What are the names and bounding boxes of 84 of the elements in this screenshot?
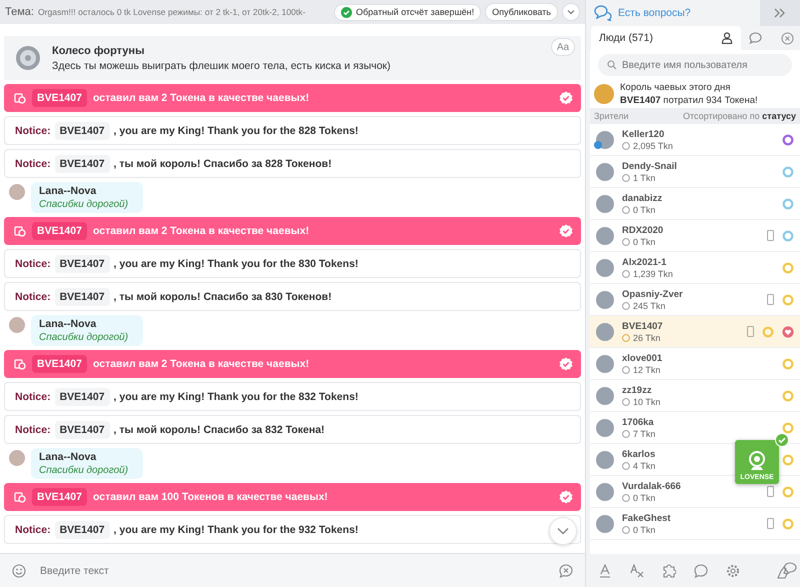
viewer-row[interactable]: FakeGhest 0 Tkn — [590, 508, 800, 540]
topic-text: Orgasm!!! осталось 0 tk Lovense режимы: от 2 tk-1, от 20tk-2, 100tk- — [38, 7, 306, 17]
username-chip[interactable]: BVE1407 — [54, 520, 110, 538]
viewer-tokens: 1,239 Tkn — [633, 268, 673, 278]
notice-text: , ты мой король! Спасибо за 832 Токена! — [114, 424, 325, 436]
viewer-row[interactable]: danabizz 0 Tkn — [590, 188, 800, 220]
username-chip[interactable]: BVE1407 — [32, 222, 87, 240]
viewers-label: Зрители — [594, 111, 628, 121]
viewer-name: FakeGhest — [622, 512, 672, 524]
viewer-name: xlove001 — [622, 352, 664, 364]
username-chip[interactable]: BVE1407 — [32, 488, 87, 506]
viewer-name: RDX2020 — [622, 224, 664, 236]
viewer-row[interactable]: Dendy-Snail 1 Tkn — [590, 156, 800, 188]
username-chip[interactable]: BVE1407 — [54, 154, 110, 172]
username-chip[interactable]: BVE1407 — [54, 254, 110, 272]
viewer-tokens: 26 Tkn — [633, 332, 660, 342]
viewer-tokens: 4 Tkn — [633, 460, 656, 470]
wheel-title: Колесо фортуны — [52, 44, 146, 56]
message-input-field[interactable]: Введите текст — [38, 560, 547, 582]
viewer-name: Opasniy-Zver — [622, 288, 684, 300]
username-chip[interactable]: BVE1407 — [32, 89, 87, 107]
notice-label: Notice: — [15, 524, 51, 536]
topic-label: Тема: — [5, 6, 34, 18]
username-chip[interactable]: BVE1407 — [54, 122, 110, 140]
viewer-name: Vurdalak-666 — [622, 480, 682, 492]
viewer-row[interactable]: Keller120 2,095 Tkn — [590, 124, 800, 156]
viewer-row[interactable]: zz19zz 10 Tkn — [590, 380, 800, 412]
king-text: BVE1407 потратил 934 Токена! — [620, 94, 758, 107]
notice-text: , you are my King! Thank you for the 832 Tokens! — [114, 390, 358, 402]
notice-text: , ты мой король! Спасибо за 830 Токенов! — [114, 290, 332, 302]
message-text: Спасибки дорогой) — [39, 199, 130, 210]
notice-label: Notice: — [15, 258, 51, 270]
user-search-field[interactable]: Введите имя пользователя — [598, 54, 792, 76]
tip-text: оставил вам 100 Токенов в качестве чаевых! — [92, 491, 329, 503]
notice-text: , ты мой король! Спасибо за 828 Токенов! — [114, 158, 332, 170]
notice-label: Notice: — [15, 424, 51, 436]
username-chip[interactable]: BVE1407 — [54, 388, 110, 406]
viewer-tokens: 1 Tkn — [633, 172, 656, 182]
tip-text: оставил вам 2 Токена в качестве чаевых! — [92, 225, 310, 237]
publish-button[interactable]: Опубликовать — [485, 3, 558, 21]
viewer-tokens: 0 Tkn — [633, 204, 656, 214]
viewer-tokens: 245 Tkn — [633, 300, 666, 310]
countdown-status: Обратный отсчёт завершён! — [334, 4, 482, 20]
viewer-tokens: 10 Tkn — [633, 396, 660, 406]
message-text: Спасибки дорогой) — [39, 332, 130, 343]
font-size-button[interactable]: Aa — [551, 38, 575, 56]
message-author[interactable]: Lana--Nova — [39, 318, 135, 330]
people-tab[interactable]: Люди (571) — [591, 26, 741, 50]
notice-label: Notice: — [15, 390, 51, 402]
viewer-tokens: 7 Tkn — [633, 428, 656, 438]
viewer-tokens: 0 Tkn — [633, 236, 656, 246]
viewer-tokens: 12 Tkn — [633, 364, 660, 374]
viewer-name: Keller120 — [622, 128, 666, 140]
message-text: Спасибки дорогой) — [39, 465, 130, 476]
sort-label[interactable]: Отсортировано по статусу — [683, 111, 796, 121]
viewer-tokens: 0 Tkn — [633, 492, 656, 502]
viewer-row[interactable]: RDX2020 0 Tkn — [590, 220, 800, 252]
viewer-name: zz19zz — [622, 384, 653, 396]
notice-text: , you are my King! Thank you for the 830 Tokens! — [114, 258, 358, 270]
tip-text: оставил вам 2 Токена в качестве чаевых! — [92, 358, 310, 370]
viewer-name: Dendy-Snail — [622, 160, 678, 172]
wheel-description: Здесь ты можешь выиграть флешик моего тела, есть киска и язычок) — [52, 60, 391, 72]
viewer-tokens: 2,095 Tkn — [633, 140, 673, 150]
message-author[interactable]: Lana--Nova — [39, 185, 135, 197]
viewer-name: 1706ka — [622, 416, 655, 428]
username-chip[interactable]: BVE1407 — [54, 420, 110, 438]
username-chip[interactable]: BVE1407 — [32, 355, 87, 373]
notice-text: , you are my King! Thank you for the 828 Tokens! — [114, 124, 358, 136]
notice-label: Notice: — [15, 290, 51, 302]
notice-label: Notice: — [15, 158, 51, 170]
viewer-tokens: 0 Tkn — [633, 524, 656, 534]
viewer-row[interactable]: BVE1407 26 Tkn — [590, 316, 800, 348]
viewer-name: danabizz — [622, 192, 664, 204]
viewer-name: BVE1407 — [622, 320, 664, 332]
tip-text: оставил вам 2 Токена в качестве чаевых! — [92, 92, 310, 104]
message-author[interactable]: Lana--Nova — [39, 451, 135, 463]
viewer-row[interactable]: xlove001 12 Tkn — [590, 348, 800, 380]
username-chip[interactable]: BVE1407 — [54, 288, 110, 306]
notice-text: , you are my King! Thank you for the 932 Tokens! — [114, 524, 358, 536]
notice-label: Notice: — [15, 124, 51, 136]
viewer-name: 6karlos — [622, 448, 656, 460]
viewer-name: Alx2021-1 — [622, 256, 668, 268]
viewer-row[interactable]: Alx2021-1 1,239 Tkn — [590, 252, 800, 284]
king-title: Король чаевых этого дня — [620, 81, 732, 94]
